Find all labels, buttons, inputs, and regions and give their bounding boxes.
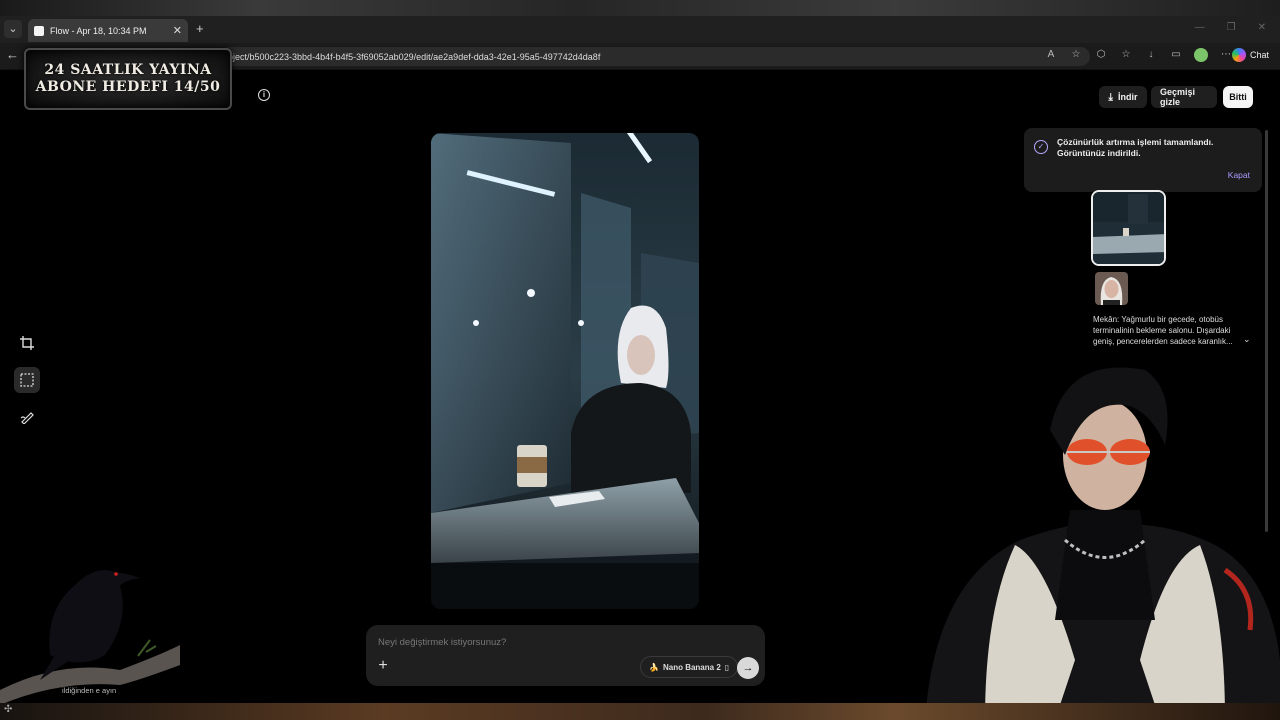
subscriber-goal-badge: 24 SAATLIK YAYINA ABONE HEDEFI 14/50	[24, 48, 232, 110]
banana-icon: 🍌	[649, 662, 659, 672]
pen-icon	[20, 412, 34, 424]
window-controls: — ❐ ✕	[1195, 22, 1266, 33]
crop-icon	[20, 336, 34, 350]
download-label: İndir	[1117, 92, 1138, 102]
model-label: Nano Banana 2	[662, 662, 721, 672]
tab-favicon-icon	[34, 25, 44, 36]
toast-close-button[interactable]: Kapat	[1228, 170, 1250, 180]
prompt-preview: Mekân: Yağmurlu bir gecede, otobüs termi…	[1093, 315, 1233, 346]
back-arrow-icon[interactable]: ←	[6, 47, 19, 62]
history-thumbnail-selected[interactable]	[1091, 190, 1166, 266]
copilot-icon	[1232, 48, 1246, 62]
done-label: Bitti	[1229, 92, 1247, 102]
add-attachment-button[interactable]: +	[375, 658, 391, 674]
marquee-select-icon	[20, 373, 34, 387]
download-button[interactable]: ⤓ İndir	[1099, 86, 1147, 108]
gear-icon: ✣	[4, 704, 13, 715]
chevron-down-icon[interactable]: ⌄	[1243, 334, 1251, 345]
stream-frame-top	[0, 0, 1280, 16]
chat-label: Chat	[1250, 50, 1270, 60]
new-tab-icon[interactable]: +	[196, 21, 204, 36]
minimize-icon[interactable]: —	[1195, 22, 1205, 33]
toast-message: Çözünürlük artırma işlemi tamamlandı. Gö…	[1057, 137, 1214, 158]
copilot-chat-button[interactable]: Chat	[1232, 48, 1269, 62]
browser-tab-bar	[0, 16, 1280, 43]
tab-title: Flow - Apr 18, 10:34 PM	[50, 25, 147, 36]
close-icon[interactable]: ✕	[173, 24, 182, 37]
goal-line-1: 24 SAATLIK YAYINA	[44, 62, 212, 78]
favorites-icon[interactable]: ☆	[1119, 48, 1133, 62]
url-field[interactable]: oject/b500c223-3bbd-4b4f-b4f5-3f69052ab0…	[220, 47, 1090, 66]
footer-hint: ildiğinden e ayın	[62, 686, 117, 695]
model-selector[interactable]: 🍌 Nano Banana 2 ▯	[640, 656, 739, 678]
address-bar-icons: A ☆ ⬡ ☆ ↓ ▭ ⋯	[1044, 48, 1233, 62]
send-button[interactable]: →	[737, 657, 759, 679]
download-icon: ⤓	[1108, 91, 1113, 103]
browser-tab[interactable]: Flow - Apr 18, 10:34 PM ✕	[28, 19, 188, 42]
extensions-icon[interactable]: ⬡	[1094, 48, 1108, 62]
check-circle-icon: ✓	[1034, 140, 1048, 154]
url-text: oject/b500c223-3bbd-4b4f-b4f5-3f69052ab0…	[228, 51, 601, 62]
window-close-icon[interactable]: ✕	[1258, 22, 1266, 33]
mobile-icon: ▯	[724, 662, 730, 672]
done-button[interactable]: Bitti	[1223, 86, 1253, 108]
screenshot-icon[interactable]: ▭	[1169, 48, 1183, 62]
tab-list-button[interactable]: ⌄	[4, 20, 22, 38]
stream-frame-bottom	[0, 703, 1280, 720]
favorite-star-icon[interactable]: ☆	[1069, 48, 1083, 62]
edit-prompt-input[interactable]	[378, 635, 748, 649]
downloads-icon[interactable]: ↓	[1144, 48, 1158, 62]
more-options-icon[interactable]: ⋯	[1219, 48, 1233, 62]
goal-line-2: ABONE HEDEFI 14/50	[35, 79, 221, 95]
profile-avatar[interactable]	[1194, 48, 1208, 62]
info-icon[interactable]: i	[258, 89, 270, 101]
crop-tool-button[interactable]	[14, 330, 40, 356]
draw-tool-button[interactable]	[14, 404, 40, 430]
upscale-toast: ✓ Çözünürlük artırma işlemi tamamlandı. …	[1024, 128, 1262, 192]
streamer-avatar-overlay	[925, 360, 1280, 720]
raven-overlay	[0, 560, 180, 705]
read-aloud-icon[interactable]: A	[1044, 48, 1058, 62]
select-tool-button[interactable]	[14, 367, 40, 393]
maximize-icon[interactable]: ❐	[1227, 22, 1236, 33]
hide-history-label: Geçmişi gizle	[1160, 87, 1196, 107]
reference-image-thumbnail[interactable]	[1095, 272, 1128, 305]
generated-image	[431, 133, 699, 609]
prompt-composer: + 🍌 Nano Banana 2 ▯ →	[366, 625, 765, 686]
hide-history-button[interactable]: Geçmişi gizle	[1151, 86, 1217, 108]
